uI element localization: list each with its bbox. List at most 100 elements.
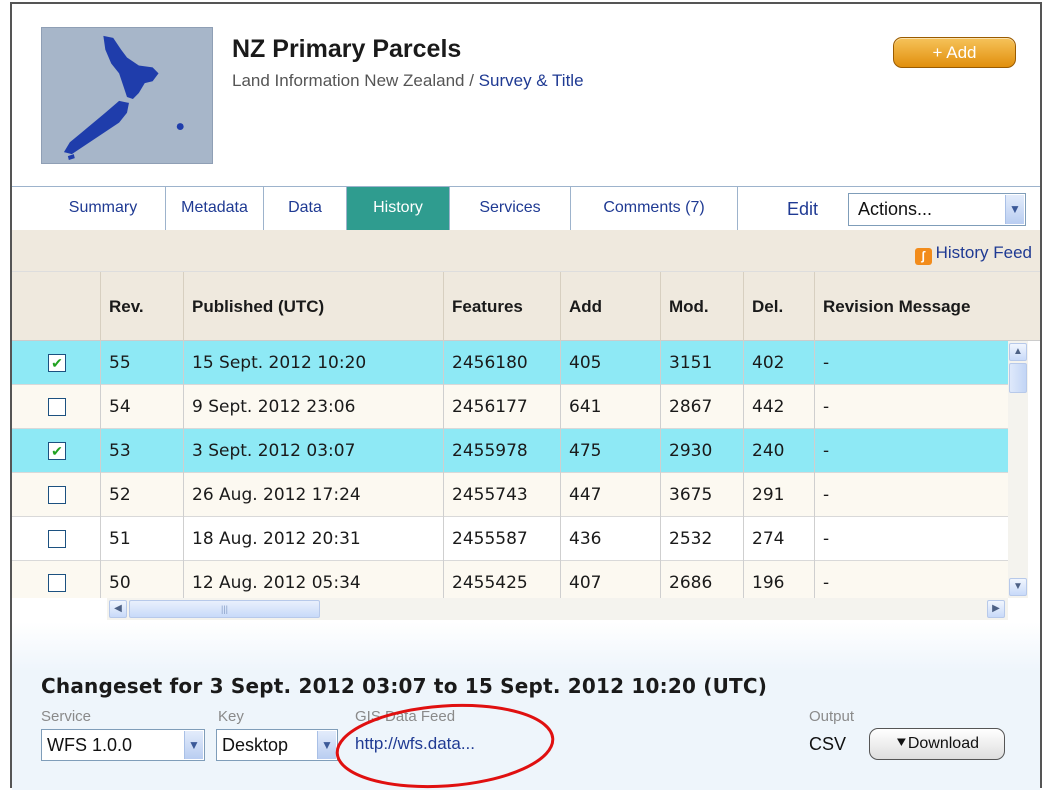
header-rev[interactable]: Rev. bbox=[100, 272, 183, 342]
download-icon: ⯆ bbox=[895, 735, 908, 752]
cell-revision-message: - bbox=[814, 341, 1008, 385]
service-select[interactable]: WFS 1.0.0 ▼ bbox=[41, 729, 205, 761]
tab-bar: Summary Metadata Data History Services C… bbox=[12, 186, 1040, 231]
cell-rev: 51 bbox=[100, 517, 183, 561]
cell-mod: 2867 bbox=[660, 385, 743, 429]
table-row[interactable]: 54 9 Sept. 2012 23:06 2456177 641 2867 442- bbox=[12, 385, 1008, 429]
cell-rev: 54 bbox=[100, 385, 183, 429]
checkbox[interactable] bbox=[48, 486, 66, 504]
cell-mod: 2930 bbox=[660, 429, 743, 473]
service-label: Service bbox=[41, 708, 92, 725]
changeset-panel: Changeset for 3 Sept. 2012 03:07 to 15 S… bbox=[12, 622, 1040, 790]
output-value: CSV bbox=[809, 734, 847, 754]
tab-metadata[interactable]: Metadata bbox=[166, 187, 264, 231]
key-select[interactable]: Desktop ▼ bbox=[216, 729, 338, 761]
header-published[interactable]: Published (UTC) bbox=[183, 272, 443, 342]
download-button[interactable]: ⯆Download bbox=[869, 728, 1005, 760]
table-row[interactable]: ✔ 55 15 Sept. 2012 10:20 2456180 405 3151 402- bbox=[12, 341, 1008, 385]
cell-add: 407 bbox=[560, 561, 660, 598]
cell-del: 274 bbox=[743, 517, 814, 561]
cell-revision-message: - bbox=[814, 473, 1008, 517]
cell-rev: 53 bbox=[100, 429, 183, 473]
table-body: ✔ 55 15 Sept. 2012 10:20 2456180 405 3151 402-… bbox=[12, 341, 1008, 598]
cell-published: 18 Aug. 2012 20:31 bbox=[183, 517, 443, 561]
history-feed-link[interactable]: ʃ History Feed bbox=[914, 243, 1032, 265]
scroll-left-icon[interactable]: ◀ bbox=[109, 600, 127, 618]
tab-services[interactable]: Services bbox=[450, 187, 571, 231]
breadcrumb-separator: / bbox=[464, 71, 479, 90]
gis-data-feed-label: GIS Data Feed bbox=[355, 708, 456, 725]
checkbox-checked[interactable]: ✔ bbox=[48, 354, 66, 372]
vertical-scrollbar[interactable]: ▲ ▼ bbox=[1008, 341, 1028, 598]
publisher-breadcrumb: Land Information New Zealand / Survey & … bbox=[232, 71, 584, 91]
key-value: Desktop bbox=[222, 735, 289, 755]
header-mod[interactable]: Mod. bbox=[660, 272, 743, 342]
chevron-down-icon[interactable]: ▼ bbox=[184, 731, 203, 759]
cell-revision-message: - bbox=[814, 517, 1008, 561]
cell-rev: 52 bbox=[100, 473, 183, 517]
tab-comments[interactable]: Comments (7) bbox=[571, 187, 738, 231]
gis-data-feed-link[interactable]: http://wfs.data... bbox=[355, 734, 475, 754]
header-revision-message[interactable]: Revision Message bbox=[814, 272, 1040, 342]
dataset-page: NZ Primary Parcels Land Information New … bbox=[10, 2, 1042, 790]
header-features[interactable]: Features bbox=[443, 272, 560, 342]
actions-dropdown[interactable]: Actions... ▼ bbox=[848, 193, 1026, 226]
scroll-down-icon[interactable]: ▼ bbox=[1009, 578, 1027, 596]
tab-history[interactable]: History bbox=[347, 187, 450, 231]
cell-features: 2456177 bbox=[443, 385, 560, 429]
tab-data[interactable]: Data bbox=[264, 187, 347, 231]
add-button[interactable]: + Add bbox=[893, 37, 1016, 68]
tab-summary[interactable]: Summary bbox=[41, 187, 166, 231]
cell-mod: 3151 bbox=[660, 341, 743, 385]
chevron-down-icon[interactable]: ▼ bbox=[317, 731, 336, 759]
cell-revision-message: - bbox=[814, 429, 1008, 473]
checkbox[interactable] bbox=[48, 574, 66, 592]
table-header: Rev. Published (UTC) Features Add Mod. D… bbox=[12, 271, 1040, 342]
scroll-right-icon[interactable]: ▶ bbox=[987, 600, 1005, 618]
cell-del: 402 bbox=[743, 341, 814, 385]
cell-mod: 2686 bbox=[660, 561, 743, 598]
dataset-header: NZ Primary Parcels Land Information New … bbox=[12, 4, 1040, 186]
cell-published: 15 Sept. 2012 10:20 bbox=[183, 341, 443, 385]
checkbox-checked[interactable]: ✔ bbox=[48, 442, 66, 460]
cell-revision-message: - bbox=[814, 561, 1008, 598]
vertical-scroll-thumb[interactable] bbox=[1009, 363, 1027, 393]
edit-link[interactable]: Edit bbox=[787, 199, 818, 220]
horizontal-scrollbar[interactable]: ◀ ||| ▶ bbox=[107, 598, 1008, 620]
checkbox[interactable] bbox=[48, 530, 66, 548]
output-label: Output bbox=[809, 708, 855, 725]
cell-features: 2455743 bbox=[443, 473, 560, 517]
header-select bbox=[12, 272, 100, 342]
cell-mod: 2532 bbox=[660, 517, 743, 561]
service-value: WFS 1.0.0 bbox=[47, 735, 133, 755]
table-row[interactable]: 52 26 Aug. 2012 17:24 2455743 447 3675 291- bbox=[12, 473, 1008, 517]
header-add[interactable]: Add bbox=[560, 272, 660, 342]
table-row[interactable]: 50 12 Aug. 2012 05:34 2455425 407 2686 196- bbox=[12, 561, 1008, 598]
cell-features: 2456180 bbox=[443, 341, 560, 385]
checkbox[interactable] bbox=[48, 398, 66, 416]
cell-published: 26 Aug. 2012 17:24 bbox=[183, 473, 443, 517]
changeset-title: Changeset for 3 Sept. 2012 03:07 to 15 S… bbox=[41, 674, 768, 698]
cell-revision-message: - bbox=[814, 385, 1008, 429]
chevron-down-icon[interactable]: ▼ bbox=[1005, 195, 1024, 224]
cell-del: 291 bbox=[743, 473, 814, 517]
table-row[interactable]: ✔ 53 3 Sept. 2012 03:07 2455978 475 2930 240- bbox=[12, 429, 1008, 473]
history-table: Rev. Published (UTC) Features Add Mod. D… bbox=[12, 271, 1040, 643]
cell-del: 196 bbox=[743, 561, 814, 598]
cell-add: 405 bbox=[560, 341, 660, 385]
cell-features: 2455425 bbox=[443, 561, 560, 598]
cell-add: 475 bbox=[560, 429, 660, 473]
scroll-up-icon[interactable]: ▲ bbox=[1009, 343, 1027, 361]
horizontal-scroll-thumb[interactable]: ||| bbox=[129, 600, 320, 618]
cell-mod: 3675 bbox=[660, 473, 743, 517]
cell-rev: 55 bbox=[100, 341, 183, 385]
category-link[interactable]: Survey & Title bbox=[479, 71, 584, 90]
header-del[interactable]: Del. bbox=[743, 272, 814, 342]
cell-features: 2455978 bbox=[443, 429, 560, 473]
cell-features: 2455587 bbox=[443, 517, 560, 561]
table-row[interactable]: 51 18 Aug. 2012 20:31 2455587 436 2532 274- bbox=[12, 517, 1008, 561]
cell-add: 447 bbox=[560, 473, 660, 517]
publisher-name: Land Information New Zealand bbox=[232, 71, 465, 90]
cell-published: 9 Sept. 2012 23:06 bbox=[183, 385, 443, 429]
nz-map-thumbnail[interactable] bbox=[41, 27, 213, 164]
